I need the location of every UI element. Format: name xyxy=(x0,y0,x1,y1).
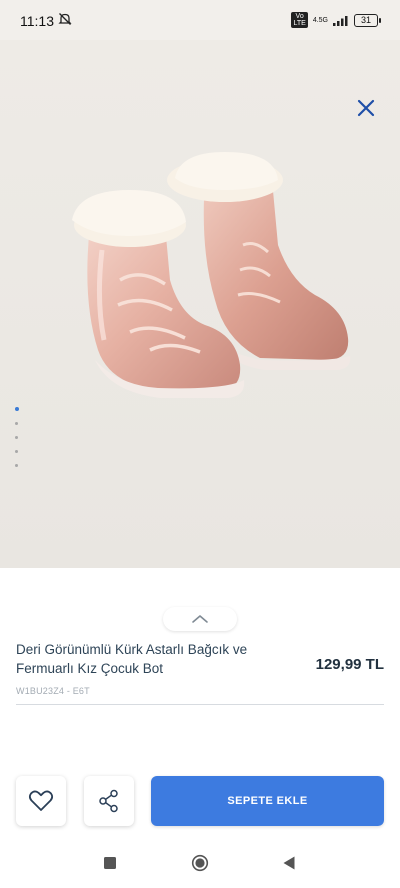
back-button[interactable] xyxy=(282,855,296,871)
signal-icon xyxy=(333,15,348,26)
heart-icon xyxy=(28,790,54,811)
status-time: 11:13 xyxy=(20,13,54,29)
gallery-dot-3[interactable] xyxy=(15,436,18,439)
chevron-up-icon xyxy=(192,615,208,623)
gallery-dot-4[interactable] xyxy=(15,450,18,453)
system-nav-bar xyxy=(0,840,400,888)
status-bar: 11:13 Vo LTE 4.5G 31 xyxy=(0,0,400,40)
battery-indicator: 31 xyxy=(354,13,381,27)
product-image xyxy=(72,152,351,398)
divider xyxy=(16,704,384,705)
product-code: W1BU23Z4 - E6T xyxy=(16,686,90,696)
favorite-button[interactable] xyxy=(16,776,66,826)
recent-apps-button[interactable] xyxy=(103,856,117,870)
gallery-pagination xyxy=(14,407,19,467)
status-indicators: Vo LTE 4.5G 31 xyxy=(291,12,381,28)
gallery-dot-2[interactable] xyxy=(15,422,18,425)
product-gallery[interactable] xyxy=(0,40,400,568)
volte-badge: Vo LTE xyxy=(291,12,308,28)
expand-details-handle[interactable] xyxy=(163,607,237,631)
gallery-dot-1[interactable] xyxy=(14,407,19,411)
notifications-muted-icon xyxy=(58,13,72,25)
share-button[interactable] xyxy=(84,776,134,826)
close-button[interactable] xyxy=(356,98,376,118)
network-type: 4.5G xyxy=(312,16,328,24)
home-button[interactable] xyxy=(191,854,209,872)
share-icon xyxy=(99,789,118,813)
gallery-dot-5[interactable] xyxy=(15,464,18,467)
product-price: 129,99 TL xyxy=(315,656,384,673)
add-to-cart-button[interactable]: SEPETE EKLE xyxy=(151,776,384,826)
product-title: Deri Görünümlü Kürk Astarlı Bağcık ve Fe… xyxy=(16,642,248,676)
